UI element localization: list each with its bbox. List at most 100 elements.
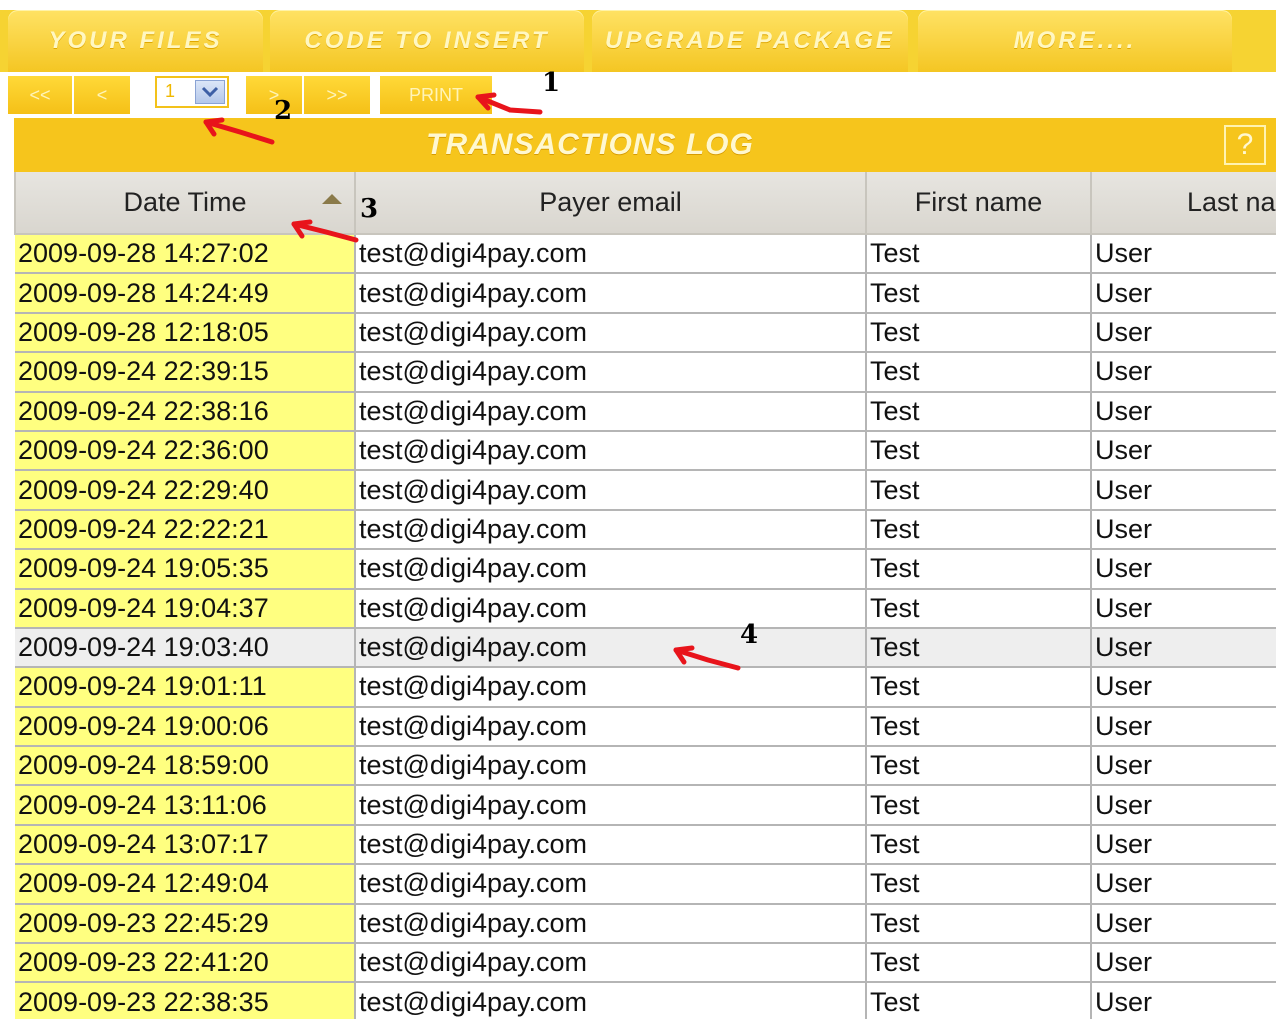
table-row[interactable]: 2009-09-23 22:45:29 test@digi4pay.com Test… — [15, 903, 1276, 945]
table-row[interactable]: 2009-09-24 13:11:06 test@digi4pay.com Test… — [15, 785, 1276, 826]
cell-last-name: User — [1091, 864, 1276, 905]
cell-first-name: Test — [866, 785, 1092, 826]
pagination-bar: << < 1 > >> PRINT — [0, 72, 1276, 118]
table-row[interactable]: 2009-09-24 19:01:11 test@digi4pay.com Test… — [15, 667, 1276, 708]
cell-last-name: User — [1091, 470, 1276, 511]
column-header-first-name[interactable]: First name — [865, 172, 1092, 235]
cell-payer-email: test@digi4pay.com — [355, 864, 867, 905]
column-header-payer-email[interactable]: Payer email — [354, 172, 867, 235]
column-header-date-time[interactable]: Date Time — [14, 172, 356, 235]
cell-first-name: Test — [866, 352, 1092, 393]
cell-first-name: Test — [866, 667, 1092, 708]
cell-date-time: 2009-09-24 13:07:17 — [15, 824, 356, 866]
cell-first-name: Test — [866, 864, 1092, 905]
tab-your-files[interactable]: YOUR FILES — [8, 10, 263, 72]
cell-date-time: 2009-09-24 22:38:16 — [15, 391, 356, 432]
transactions-table: Date Time Payer email First name Last na… — [14, 172, 1276, 1019]
tab-code-to-insert[interactable]: CODE TO INSERT — [270, 10, 584, 72]
column-header-label: Last na — [1187, 187, 1276, 217]
cell-payer-email: test@digi4pay.com — [355, 706, 867, 748]
table-row[interactable]: 2009-09-24 22:39:15 test@digi4pay.com Test… — [15, 352, 1276, 393]
cell-first-name: Test — [866, 943, 1092, 984]
cell-date-time: 2009-09-23 22:41:20 — [15, 943, 356, 984]
column-header-last-name[interactable]: Last na — [1090, 172, 1276, 235]
cell-date-time: 2009-09-23 22:45:29 — [15, 903, 356, 945]
cell-date-time: 2009-09-24 22:29:40 — [15, 470, 356, 511]
cell-payer-email: test@digi4pay.com — [355, 549, 867, 590]
table-row[interactable]: 2009-09-23 22:38:35 test@digi4pay.com Test… — [15, 982, 1276, 1019]
cell-first-name: Test — [866, 391, 1092, 432]
cell-last-name: User — [1091, 982, 1276, 1019]
cell-date-time: 2009-09-28 12:18:05 — [15, 312, 356, 354]
prev-page-button[interactable]: < — [74, 76, 130, 114]
table-row[interactable]: 2009-09-24 22:22:21 test@digi4pay.com Test… — [15, 509, 1276, 551]
table-row[interactable]: 2009-09-24 22:36:00 test@digi4pay.com Test… — [15, 430, 1276, 472]
cell-payer-email: test@digi4pay.com — [355, 824, 867, 866]
table-row[interactable]: 2009-09-24 22:38:16 test@digi4pay.com Test… — [15, 391, 1276, 432]
cell-last-name: User — [1091, 903, 1276, 945]
cell-payer-email: test@digi4pay.com — [355, 352, 867, 393]
cell-first-name: Test — [866, 549, 1092, 590]
cell-payer-email: test@digi4pay.com — [355, 982, 867, 1019]
table-row[interactable]: 2009-09-24 12:49:04 test@digi4pay.com Test… — [15, 864, 1276, 905]
cell-date-time: 2009-09-24 22:39:15 — [15, 352, 356, 393]
tab-upgrade-package[interactable]: UPGRADE PACKAGE — [592, 10, 908, 72]
cell-date-time: 2009-09-24 12:49:04 — [15, 864, 356, 905]
cell-last-name: User — [1091, 312, 1276, 354]
cell-payer-email: test@digi4pay.com — [355, 588, 867, 629]
table-row[interactable]: 2009-09-24 19:05:35 test@digi4pay.com Test… — [15, 549, 1276, 590]
annotation-number-4: 4 — [740, 620, 759, 650]
cell-last-name: User — [1091, 273, 1276, 314]
cell-last-name: User — [1091, 667, 1276, 708]
cell-last-name: User — [1091, 824, 1276, 866]
column-header-label: Date Time — [123, 187, 247, 217]
cell-payer-email: test@digi4pay.com — [355, 627, 867, 669]
tab-more[interactable]: MORE.... — [918, 10, 1232, 72]
cell-payer-email: test@digi4pay.com — [355, 509, 867, 551]
sort-ascending-icon — [322, 194, 342, 204]
cell-first-name: Test — [866, 588, 1092, 629]
table-row[interactable]: 2009-09-28 14:27:02 test@digi4pay.com Test… — [15, 234, 1276, 275]
cell-date-time: 2009-09-24 22:36:00 — [15, 430, 356, 472]
first-page-button[interactable]: << — [8, 76, 72, 114]
annotation-number-1: 1 — [542, 68, 561, 98]
cell-last-name: User — [1091, 746, 1276, 787]
table-row[interactable]: 2009-09-24 19:00:06 test@digi4pay.com Test… — [15, 706, 1276, 748]
cell-first-name: Test — [866, 312, 1092, 354]
cell-last-name: User — [1091, 234, 1276, 275]
cell-first-name: Test — [866, 746, 1092, 787]
cell-payer-email: test@digi4pay.com — [355, 943, 867, 984]
cell-first-name: Test — [866, 982, 1092, 1019]
transactions-table-container[interactable]: Date Time Payer email First name Last na… — [14, 172, 1276, 1019]
table-row[interactable]: 2009-09-28 14:24:49 test@digi4pay.com Test… — [15, 273, 1276, 314]
page-select[interactable]: 1 — [155, 76, 229, 108]
cell-last-name: User — [1091, 549, 1276, 590]
cell-date-time: 2009-09-24 19:05:35 — [15, 549, 356, 590]
help-button[interactable]: ? — [1224, 125, 1266, 165]
annotation-number-2: 2 — [274, 96, 293, 126]
last-page-button[interactable]: >> — [304, 76, 370, 114]
cell-last-name: User — [1091, 588, 1276, 629]
cell-date-time: 2009-09-24 19:01:11 — [15, 667, 356, 708]
table-row[interactable]: 2009-09-24 19:03:40 test@digi4pay.com Test… — [15, 627, 1276, 669]
table-row[interactable]: 2009-09-24 18:59:00 test@digi4pay.com Test… — [15, 746, 1276, 787]
chevron-down-icon[interactable] — [195, 80, 225, 104]
cell-date-time: 2009-09-28 14:27:02 — [15, 234, 356, 275]
cell-payer-email: test@digi4pay.com — [355, 430, 867, 472]
cell-date-time: 2009-09-24 22:22:21 — [15, 509, 356, 551]
cell-first-name: Test — [866, 903, 1092, 945]
table-row[interactable]: 2009-09-24 19:04:37 test@digi4pay.com Test… — [15, 588, 1276, 629]
table-row[interactable]: 2009-09-24 13:07:17 test@digi4pay.com Test… — [15, 824, 1276, 866]
cell-date-time: 2009-09-28 14:24:49 — [15, 273, 356, 314]
cell-date-time: 2009-09-24 19:00:06 — [15, 706, 356, 748]
table-row[interactable]: 2009-09-24 22:29:40 test@digi4pay.com Test… — [15, 470, 1276, 511]
cell-first-name: Test — [866, 627, 1092, 669]
print-button[interactable]: PRINT — [380, 76, 492, 114]
table-row[interactable]: 2009-09-28 12:18:05 test@digi4pay.com Test… — [15, 312, 1276, 354]
table-row[interactable]: 2009-09-23 22:41:20 test@digi4pay.com Test… — [15, 943, 1276, 984]
cell-last-name: User — [1091, 627, 1276, 669]
column-header-label: Payer email — [539, 187, 682, 217]
cell-payer-email: test@digi4pay.com — [355, 785, 867, 826]
page-title: TRANSACTIONS LOG — [426, 128, 754, 161]
transactions-log-header: TRANSACTIONS LOG ? — [14, 118, 1276, 172]
